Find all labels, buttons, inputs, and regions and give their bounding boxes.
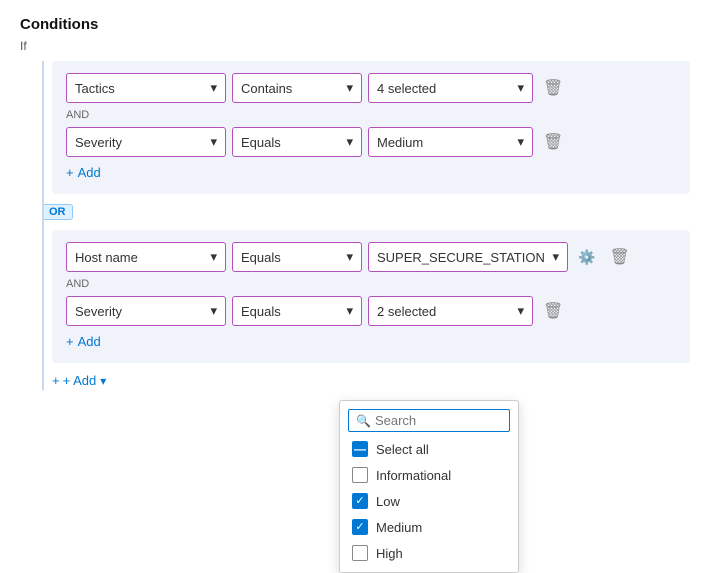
and-label-2: AND [66, 278, 676, 290]
value-dropdown-1-1[interactable]: 4 selected ▾ [368, 73, 533, 103]
chevron-down-icon: ▾ [517, 80, 524, 96]
add-condition-2-button[interactable]: + Add [66, 332, 101, 351]
partial-mark: — [354, 443, 366, 455]
page-title: Conditions [20, 16, 690, 33]
condition-row-2-2: Severity ▾ Equals ▾ 2 selected ▾ 🗑 [66, 296, 676, 326]
search-box[interactable]: 🔍 [348, 409, 510, 432]
chevron-down-icon: ▾ [517, 134, 524, 150]
chevron-down-icon: ▾ [210, 134, 217, 150]
delete-button-1-1[interactable]: 🗑 [539, 74, 567, 102]
option-high[interactable]: High [340, 540, 518, 566]
delete-button-2-1[interactable]: 🗑 [605, 243, 633, 271]
trash-icon: 🗑 [543, 132, 563, 152]
search-input[interactable] [375, 413, 502, 428]
checkbox-high[interactable] [352, 545, 368, 561]
field-dropdown-2-2[interactable]: Severity ▾ [66, 296, 226, 326]
operator-dropdown-2-2[interactable]: Equals ▾ [232, 296, 362, 326]
chevron-down-icon: ▾ [210, 303, 217, 319]
option-label-low: Low [376, 494, 400, 509]
value-dropdown-2-1[interactable]: SUPER_SECURE_STATION ▾ [368, 242, 568, 272]
condition-row-1-1: Tactics ▾ Contains ▾ 4 selected ▾ 🗑 [66, 73, 676, 103]
checkbox-low[interactable]: ✓ [352, 493, 368, 509]
value-dropdown-2-2[interactable]: 2 selected ▾ [368, 296, 533, 326]
trash-icon: 🗑 [543, 301, 563, 321]
condition-row-2-1: Host name ▾ Equals ▾ SUPER_SECURE_STATIO… [66, 242, 676, 272]
connector-bar [42, 61, 44, 390]
chevron-down-icon: ▾ [346, 303, 353, 319]
delete-button-1-2[interactable]: 🗑 [539, 128, 567, 156]
check-icon: ✓ [355, 522, 364, 533]
chevron-down-icon: ▾ [346, 134, 353, 150]
operator-dropdown-2-1[interactable]: Equals ▾ [232, 242, 362, 272]
chevron-down-icon: ▾ [210, 80, 217, 96]
condition-group-1: Tactics ▾ Contains ▾ 4 selected ▾ 🗑 AND [52, 61, 690, 194]
settings-button-2-1[interactable]: ⚙️ [574, 245, 599, 270]
option-low[interactable]: ✓ Low [340, 488, 518, 514]
option-label-select-all: Select all [376, 442, 429, 457]
chevron-down-icon: ▾ [517, 303, 524, 319]
and-label-1: AND [66, 109, 676, 121]
option-select-all[interactable]: — Select all [340, 436, 518, 462]
add-group-button[interactable]: + + Add [52, 371, 96, 390]
delete-button-2-2[interactable]: 🗑 [539, 297, 567, 325]
checkbox-select-all[interactable]: — [352, 441, 368, 457]
condition-group-2: Host name ▾ Equals ▾ SUPER_SECURE_STATIO… [52, 230, 690, 363]
chevron-down-icon: ▾ [346, 80, 353, 96]
check-icon: ✓ [355, 496, 364, 507]
chevron-down-icon: ▾ [100, 374, 106, 388]
operator-dropdown-1-1[interactable]: Contains ▾ [232, 73, 362, 103]
trash-icon: 🗑 [609, 247, 629, 267]
chevron-down-icon: ▾ [210, 249, 217, 265]
severity-dropdown-popup: 🔍 — Select all Informational ✓ [339, 400, 519, 573]
search-icon: 🔍 [356, 414, 371, 428]
or-badge: OR [42, 204, 73, 220]
checkbox-medium[interactable]: ✓ [352, 519, 368, 535]
field-dropdown-1-2[interactable]: Severity ▾ [66, 127, 226, 157]
field-dropdown-2-1[interactable]: Host name ▾ [66, 242, 226, 272]
add-outer-row: + + Add ▾ [52, 371, 690, 390]
value-dropdown-1-2[interactable]: Medium ▾ [368, 127, 533, 157]
field-dropdown-1-1[interactable]: Tactics ▾ [66, 73, 226, 103]
option-medium[interactable]: ✓ Medium [340, 514, 518, 540]
plus-icon: + [66, 165, 74, 180]
chevron-down-icon: ▾ [552, 249, 559, 265]
condition-row-1-2: Severity ▾ Equals ▾ Medium ▾ 🗑 [66, 127, 676, 157]
option-label-medium: Medium [376, 520, 422, 535]
option-label-high: High [376, 546, 403, 561]
plus-icon: + [66, 334, 74, 349]
if-label: If [20, 39, 690, 53]
add-condition-1-button[interactable]: + Add [66, 163, 101, 182]
trash-icon: 🗑 [543, 78, 563, 98]
checkbox-informational[interactable] [352, 467, 368, 483]
chevron-down-icon: ▾ [346, 249, 353, 265]
settings-icon: ⚙️ [578, 249, 595, 266]
operator-dropdown-1-2[interactable]: Equals ▾ [232, 127, 362, 157]
option-informational[interactable]: Informational [340, 462, 518, 488]
conditions-panel: Conditions If Tactics ▾ Contains ▾ 4 sel… [0, 0, 710, 406]
option-label-informational: Informational [376, 468, 451, 483]
plus-icon: + [52, 373, 60, 388]
